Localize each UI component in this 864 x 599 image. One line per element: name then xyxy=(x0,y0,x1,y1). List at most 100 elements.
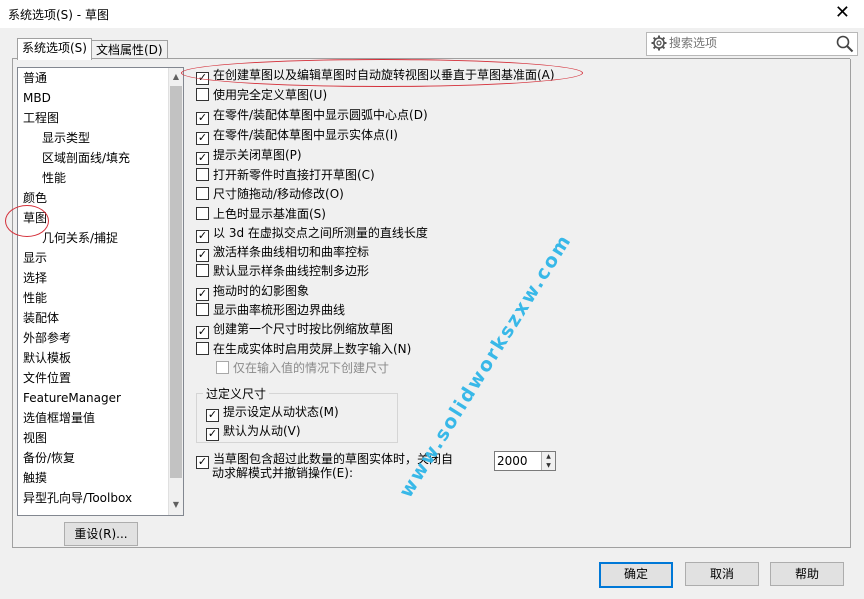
option-new-part-sketch[interactable]: 打开新零件时直接打开草图(C) xyxy=(196,167,375,183)
tree-item-display[interactable]: 显示 xyxy=(23,249,47,267)
option-label: 上色时显示基准面(S) xyxy=(213,207,326,221)
option-onscreen-numeric-input[interactable]: 在生成实体时启用荧屏上数字输入(N) xyxy=(196,341,411,357)
tree-item-area-hatch[interactable]: 区域剖面线/填充 xyxy=(42,149,130,167)
option-spline-handles[interactable]: ✓ 激活样条曲线相切和曲率控标 xyxy=(196,244,370,262)
checkbox-unchecked[interactable] xyxy=(196,264,209,277)
scroll-down-icon[interactable]: ▼ xyxy=(171,499,181,511)
option-label: 拖动时的幻影图象 xyxy=(213,284,310,298)
entity-limit-spinner[interactable]: ▲ ▼ xyxy=(494,451,556,471)
tree-item-performance[interactable]: 性能 xyxy=(23,289,47,307)
window-title: 系统选项(S) - 草图 xyxy=(8,8,109,22)
tree-item-file-locations[interactable]: 文件位置 xyxy=(23,369,71,387)
ok-button[interactable]: 确定 xyxy=(599,562,673,588)
option-override-dims-on-drag[interactable]: 尺寸随拖动/移动修改(O) xyxy=(196,186,344,202)
option-label: 在零件/装配体草图中显示实体点(I) xyxy=(213,128,398,142)
option-fully-defined-sketches[interactable]: 使用完全定义草图(U) xyxy=(196,87,327,103)
tree-item-display-style[interactable]: 显示类型 xyxy=(42,129,90,147)
checkbox-unchecked[interactable] xyxy=(196,207,209,220)
checkbox-disabled xyxy=(216,361,229,374)
checkbox-checked[interactable]: ✓ xyxy=(196,132,209,145)
checkbox-checked[interactable]: ✓ xyxy=(196,152,209,165)
close-icon[interactable]: ✕ xyxy=(835,2,850,23)
checkbox-checked[interactable]: ✓ xyxy=(206,409,219,422)
scrollbar-thumb[interactable] xyxy=(170,86,182,478)
scroll-up-icon[interactable]: ▲ xyxy=(171,71,181,83)
option-arc-centerpoints[interactable]: ✓ 在零件/装配体草图中显示圆弧中心点(D) xyxy=(196,107,428,125)
option-label: 激活样条曲线相切和曲率控标 xyxy=(213,245,370,259)
checkbox-checked[interactable]: ✓ xyxy=(196,230,209,243)
option-label: 尺寸随拖动/移动修改(O) xyxy=(213,187,344,201)
title-bar: 系统选项(S) - 草图 ✕ xyxy=(0,0,864,28)
option-scale-first-dimension[interactable]: ✓ 创建第一个尺寸时按比例缩放草图 xyxy=(196,321,394,339)
option-label: 提示设定从动状态(M) xyxy=(223,405,339,419)
option-sketch-entity-limit-line2: 动求解模式并撤销操作(E): xyxy=(212,466,353,480)
checkbox-checked[interactable]: ✓ xyxy=(196,456,209,469)
search-icon[interactable] xyxy=(836,35,854,53)
option-auto-rotate-view[interactable]: ✓ 在创建草图以及编辑草图时自动旋转视图以垂直于草图基准面(A) xyxy=(196,67,555,85)
checkbox-checked[interactable]: ✓ xyxy=(196,112,209,125)
option-create-dim-only-when-entered: 仅在输入值的情况下创建尺寸 xyxy=(216,360,389,376)
tree-item-drawings[interactable]: 工程图 xyxy=(23,109,59,127)
option-prompt-driven-state[interactable]: ✓ 提示设定从动状态(M) xyxy=(206,404,339,422)
option-label: 创建第一个尺寸时按比例缩放草图 xyxy=(213,322,394,336)
option-label: 显示曲率梳形图边界曲线 xyxy=(213,303,346,317)
tree-item-drawing-performance[interactable]: 性能 xyxy=(42,169,66,187)
option-line-length-3d[interactable]: ✓ 以 3d 在虚拟交点之间所测量的直线长度 xyxy=(196,225,428,243)
option-label: 默认为从动(V) xyxy=(223,424,301,438)
tree-item-touch[interactable]: 触摸 xyxy=(23,469,47,487)
tree-item-general[interactable]: 普通 xyxy=(23,69,47,87)
checkbox-unchecked[interactable] xyxy=(196,187,209,200)
cancel-button[interactable]: 取消 xyxy=(685,562,759,586)
tree-item-assemblies[interactable]: 装配体 xyxy=(23,309,59,327)
tree-scrollbar[interactable]: ▲ ▼ xyxy=(168,68,183,515)
option-spline-control-polygon[interactable]: 默认显示样条曲线控制多边形 xyxy=(196,263,369,279)
gear-icon[interactable] xyxy=(651,35,667,51)
checkbox-checked[interactable]: ✓ xyxy=(196,249,209,262)
option-label: 默认显示样条曲线控制多边形 xyxy=(213,264,370,278)
checkbox-unchecked[interactable] xyxy=(196,303,209,316)
tree-item-selection[interactable]: 选择 xyxy=(23,269,47,287)
spin-down-icon[interactable]: ▼ xyxy=(541,461,555,470)
search-input[interactable] xyxy=(669,35,829,51)
option-label: 使用完全定义草图(U) xyxy=(213,88,328,102)
option-label: 在生成实体时启用荧屏上数字输入(N) xyxy=(213,342,412,356)
reset-button[interactable]: 重设(R)... xyxy=(64,522,138,546)
option-label: 仅在输入值的情况下创建尺寸 xyxy=(233,361,390,375)
option-label: 以 3d 在虚拟交点之间所测量的直线长度 xyxy=(213,226,428,240)
checkbox-checked[interactable]: ✓ xyxy=(196,326,209,339)
tree-item-relations-snaps[interactable]: 几何关系/捕捉 xyxy=(42,229,118,247)
option-set-driven-default[interactable]: ✓ 默认为从动(V) xyxy=(206,423,301,441)
checkbox-unchecked[interactable] xyxy=(196,168,209,181)
tree-item-mbd[interactable]: MBD xyxy=(23,89,51,107)
checkbox-unchecked[interactable] xyxy=(196,342,209,355)
tree-item-colors[interactable]: 颜色 xyxy=(23,189,47,207)
tab-system-options[interactable]: 系统选项(S) xyxy=(17,38,92,60)
option-label: 在创建草图以及编辑草图时自动旋转视图以垂直于草图基准面(A) xyxy=(213,68,555,82)
option-label: 提示关闭草图(P) xyxy=(213,148,302,162)
group-title: 过定义尺寸 xyxy=(203,385,270,402)
option-display-plane-shaded[interactable]: 上色时显示基准面(S) xyxy=(196,206,326,222)
checkbox-checked[interactable]: ✓ xyxy=(196,72,209,85)
checkbox-checked[interactable]: ✓ xyxy=(196,288,209,301)
entity-limit-input[interactable] xyxy=(497,453,537,469)
tree-item-hole-wizard-toolbox[interactable]: 异型孔向导/Toolbox xyxy=(23,489,132,507)
tab-document-properties[interactable]: 文档属性(D) xyxy=(91,40,168,59)
option-ghost-image-drag[interactable]: ✓ 拖动时的幻影图象 xyxy=(196,283,310,301)
help-button[interactable]: 帮助 xyxy=(770,562,844,586)
option-prompt-close-sketch[interactable]: ✓ 提示关闭草图(P) xyxy=(196,147,302,165)
checkbox-checked[interactable]: ✓ xyxy=(206,428,219,441)
tree-item-sketch[interactable]: 草图 xyxy=(23,209,47,227)
option-label: 在零件/装配体草图中显示圆弧中心点(D) xyxy=(213,108,428,122)
option-label: 打开新零件时直接打开草图(C) xyxy=(213,168,375,182)
tree-item-view[interactable]: 视图 xyxy=(23,429,47,447)
tree-item-spin-box-increments[interactable]: 选值框增量值 xyxy=(23,409,95,427)
options-tree[interactable]: 普通 MBD 工程图 显示类型 区域剖面线/填充 性能 颜色 草图 几何关系/捕… xyxy=(17,67,184,516)
option-curvature-comb[interactable]: 显示曲率梳形图边界曲线 xyxy=(196,302,345,318)
tree-item-backup-recover[interactable]: 备份/恢复 xyxy=(23,449,75,467)
tree-item-external-references[interactable]: 外部参考 xyxy=(23,329,71,347)
tree-item-default-templates[interactable]: 默认模板 xyxy=(23,349,71,367)
option-entity-points[interactable]: ✓ 在零件/装配体草图中显示实体点(I) xyxy=(196,127,398,145)
tree-item-featuremanager[interactable]: FeatureManager xyxy=(23,389,121,407)
search-box[interactable] xyxy=(646,32,858,56)
checkbox-unchecked[interactable] xyxy=(196,88,209,101)
